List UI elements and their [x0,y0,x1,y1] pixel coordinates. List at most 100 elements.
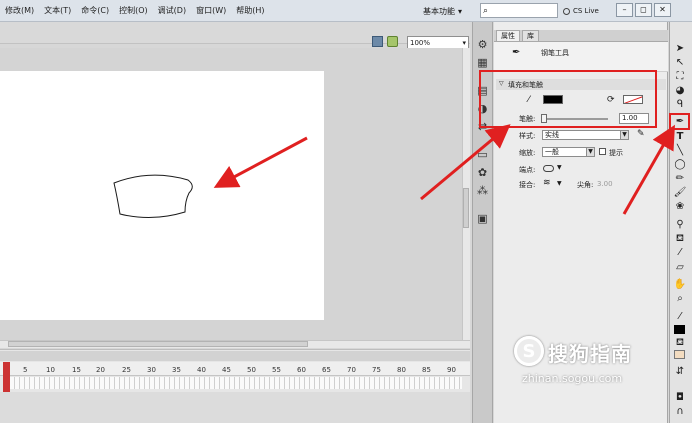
workspace-switcher[interactable]: 基本功能 ▾ [423,3,473,19]
subselection-icon[interactable]: ↖ [673,57,687,69]
3d-rotation-icon[interactable]: ◕ [673,85,687,97]
menu-debug[interactable]: 调试(D) [153,5,191,16]
swatch-icon[interactable]: ✿ [476,166,489,179]
chevron-down-icon[interactable]: ▼ [620,130,629,140]
cap-round-icon[interactable] [543,165,554,172]
swap-colors-icon[interactable]: ⇵ [673,366,687,378]
edit-stroke-style-icon[interactable]: ✎ [637,129,645,139]
layers-icon[interactable]: ▭ [476,148,489,161]
join-label: 接合: [519,181,536,189]
cap-label: 端点: [519,166,536,174]
cs-live-icon [563,7,570,15]
timeline-header [0,351,470,361]
timeline-tick: 30 [147,366,156,374]
watermark-title: 搜狗指南 [548,342,632,366]
menu-modify[interactable]: 修改(M) [0,5,39,16]
chevron-down-icon[interactable]: ▼ [586,147,595,157]
workspace-label: 基本功能 [423,6,455,16]
watermark-url: zhinan.sogou.com [522,372,623,385]
motion-icon[interactable]: ⁂ [476,184,489,197]
line-icon[interactable]: ╲ [673,145,687,157]
timeline-tick: 40 [197,366,206,374]
paint-bucket-icon[interactable]: ⛾ [673,233,687,245]
stroke-color-chip[interactable] [674,325,685,334]
stage-canvas[interactable] [0,71,324,320]
timeline-tick: 45 [222,366,231,374]
search-input[interactable]: ⌕ [480,3,558,18]
timeline-tick: 90 [447,366,456,374]
timeline-tick: 55 [272,366,281,374]
timeline-tick: 15 [72,366,81,374]
brush-icon[interactable]: 🖌 [673,187,687,199]
chevron-down-icon[interactable]: ▼ [557,164,562,171]
hand-icon[interactable]: ✋ [673,279,687,291]
oval-icon[interactable]: ◯ [673,159,687,171]
zoom-value: 100% [410,39,431,47]
pen-tool-highlight [669,113,690,130]
vertical-scroll-thumb[interactable] [463,188,469,228]
tab-properties[interactable]: 属性 [496,30,520,41]
fill-color-chip[interactable] [674,350,685,359]
hint-checkbox[interactable] [599,148,606,155]
tab-library[interactable]: 库 [522,30,539,41]
menu-window[interactable]: 窗口(W) [191,5,231,16]
eyedropper-icon[interactable]: ⁄ [673,247,687,259]
timeline-tick: 25 [122,366,131,374]
timeline-tick: 65 [322,366,331,374]
zoom-icon[interactable]: ⌕ [673,293,687,305]
pen-tool-icon: ✒ [512,47,521,58]
panel-tabs: 属性 库 [494,30,668,42]
grid-icon[interactable]: ▦ [476,56,489,69]
cs-live-label: CS Live [573,7,599,15]
hint-label: 提示 [609,149,623,157]
fill-color-icon: ⛾ [675,337,685,348]
scale-label: 缩放: [519,149,536,157]
join-miter-icon[interactable]: ≋ [543,178,551,188]
lasso-icon[interactable]: ᑫ [673,99,687,111]
scale-select[interactable]: 一般 [542,147,588,157]
sogou-logo: S [514,336,544,366]
miter-value[interactable]: 3.00 [597,180,613,188]
timeline-frames[interactable] [10,377,462,389]
edit-scene-icon[interactable] [372,36,383,47]
timeline-tick: 35 [172,366,181,374]
close-button[interactable]: ✕ [654,3,671,17]
timeline-tick: 5 [23,366,28,374]
timeline-footer [0,392,470,423]
gear-icon[interactable]: ⚙ [476,38,489,51]
eraser-icon[interactable]: ▱ [673,262,687,274]
edit-symbol-icon[interactable] [387,36,398,47]
timeline-tick: 70 [347,366,356,374]
free-transform-icon[interactable]: ⛶ [673,71,687,83]
snap-icon[interactable]: ◘ [673,392,687,404]
components-icon[interactable]: ▣ [476,212,489,225]
deco-icon[interactable]: ❀ [673,201,687,213]
timeline-tick: 75 [372,366,381,374]
menu-commands[interactable]: 命令(C) [76,5,114,16]
minimize-button[interactable]: – [616,3,633,17]
timeline-tick: 60 [297,366,306,374]
fill-stroke-highlight [479,70,657,128]
style-select[interactable]: 实线 [542,130,622,140]
menu-text[interactable]: 文本(T) [39,5,76,16]
restore-button[interactable]: ◻ [635,3,652,17]
menu-help[interactable]: 帮助(H) [231,5,269,16]
stage-toolbar [0,22,470,44]
horizontal-scroll-thumb[interactable] [8,341,308,347]
chevron-down-icon: ▾ [458,6,463,16]
bone-icon[interactable]: ⚲ [673,219,687,231]
pencil-icon[interactable]: ✏ [673,173,687,185]
search-icon: ⌕ [483,5,489,16]
selection-icon[interactable]: ➤ [673,43,687,55]
text-icon[interactable]: T [673,131,687,143]
chevron-down-icon: ▾ [462,39,466,47]
menu-control[interactable]: 控制(O) [114,5,153,16]
timeline-tick: 10 [46,366,55,374]
playhead[interactable] [3,362,10,392]
cs-live-button[interactable]: CS Live [563,3,611,19]
timeline-tick: 80 [397,366,406,374]
timeline-tick: 85 [422,366,431,374]
magnet-icon[interactable]: ∩ [673,406,687,418]
chevron-down-icon[interactable]: ▼ [557,180,562,187]
stroke-color-icon: ⁄ [679,311,681,322]
